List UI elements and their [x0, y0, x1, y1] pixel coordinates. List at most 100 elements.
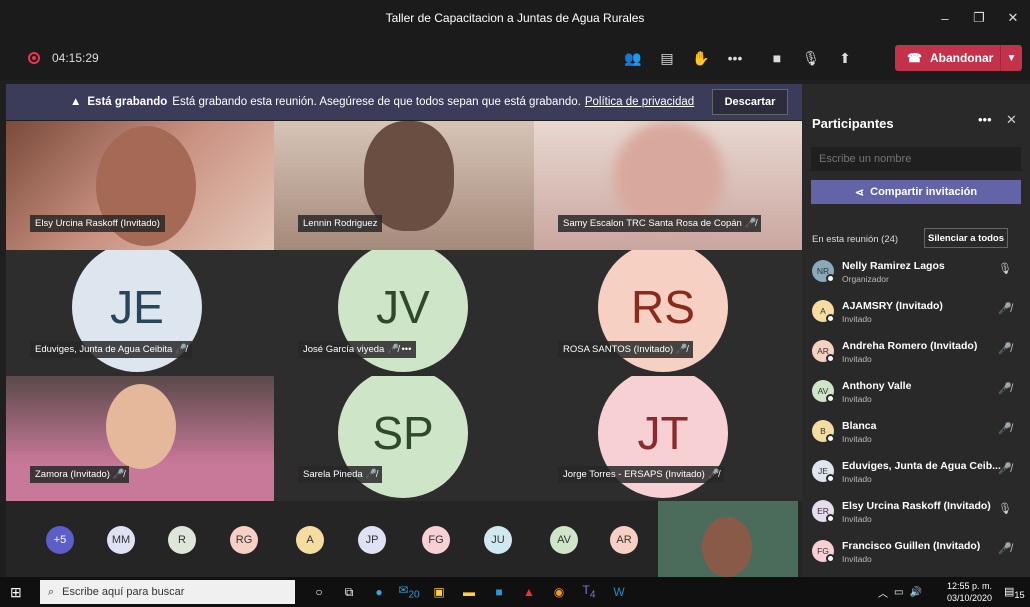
leave-button[interactable]: ☎ Abandonar ▼: [895, 45, 1022, 71]
participant-item[interactable]: ER Elsy Urcina Raskoff (Invitado) Invitado…: [802, 494, 1024, 534]
video-grid: Elsy Urcina Raskoff (Invitado) Lennin Ro…: [6, 121, 802, 501]
participant-item[interactable]: NR Nelly Ramirez Lagos Organizador 🎙: [802, 254, 1024, 294]
status-icon: [826, 274, 835, 283]
edge-icon[interactable]: ●: [364, 585, 394, 599]
video-tile[interactable]: Lennin Rodriguez: [274, 121, 534, 250]
panel-title: Participantes: [812, 116, 894, 131]
video-tile[interactable]: Elsy Urcina Raskoff (Invitado): [6, 121, 274, 250]
mic-off-icon: 🎤̸: [386, 344, 399, 355]
strip-avatar[interactable]: JP: [358, 526, 386, 554]
store-icon[interactable]: ▣: [424, 585, 454, 599]
participant-item[interactable]: FG Francisco Guillen (Invitado) Invitado 🎤̸: [802, 534, 1024, 574]
taskbar-search[interactable]: ⌕ Escribe aquí para buscar: [40, 580, 295, 604]
windows-start-icon[interactable]: ⊞: [10, 584, 34, 601]
explorer-icon[interactable]: ▬: [454, 585, 484, 599]
minimize-button[interactable]: –: [928, 0, 962, 36]
share-invite-button[interactable]: ⋖ Compartir invitación: [811, 180, 1021, 204]
task-view-icon[interactable]: ⧉: [334, 585, 364, 600]
participant-item[interactable]: AR Andreha Romero (Invitado) Invitado 🎤̸: [802, 334, 1024, 374]
video-tile[interactable]: JE Eduviges, Junta de Agua Ceibita 🎤̸: [6, 250, 274, 376]
mic-icon[interactable]: 🎙: [794, 50, 828, 67]
cortana-icon[interactable]: ○: [304, 585, 334, 599]
window-title: Taller de Capacitacion a Juntas de Agua …: [385, 11, 645, 25]
chrome-icon[interactable]: ◉: [544, 585, 574, 599]
zoom-icon[interactable]: ■: [484, 585, 514, 599]
invite-label: Compartir invitación: [870, 186, 978, 198]
clock-time: 12:55 p. m.: [946, 581, 992, 591]
video-tile[interactable]: Zamora (Invitado) 🎤̸: [6, 376, 274, 501]
taskbar: ⊞ ⌕ Escribe aquí para buscar ○ ⧉ ● ✉20 ▣ …: [0, 577, 1030, 607]
tile-label: Jorge Torres - ERSAPS (Invitado) 🎤̸: [558, 466, 725, 483]
status-icon: [826, 394, 835, 403]
people-icon[interactable]: 👥: [616, 50, 650, 67]
self-video: [702, 517, 752, 577]
tile-label: Eduviges, Junta de Agua Ceibita 🎤̸: [30, 341, 192, 358]
mute-all-button[interactable]: Silenciar a todos: [924, 228, 1008, 248]
share-icon[interactable]: ⬆: [828, 50, 862, 67]
participant-role: Invitado: [842, 354, 872, 364]
mic-off-icon: 🎤̸: [744, 218, 757, 229]
mic-off-icon: 🎤̸: [998, 423, 1012, 435]
maximize-button[interactable]: ❐: [962, 0, 996, 36]
video-tile[interactable]: Samy Escalon TRC Santa Rosa de Copán 🎤̸: [534, 121, 802, 250]
strip-avatar[interactable]: JU: [484, 526, 512, 554]
mic-off-icon: 🎤̸: [174, 344, 187, 355]
more-icon[interactable]: •••: [401, 344, 411, 355]
privacy-link[interactable]: Política de privacidad: [585, 96, 694, 108]
strip-avatar[interactable]: A: [296, 526, 324, 554]
chevron-up-icon[interactable]: ︿: [878, 585, 888, 600]
mic-off-icon: 🎤̸: [707, 469, 720, 480]
video-tile[interactable]: SP Sarela Pineda 🎤̸: [274, 376, 534, 501]
participant-item[interactable]: A AJAMSRY (Invitado) Invitado 🎤̸: [802, 294, 1024, 334]
video-tile[interactable]: RS ROSA SANTOS (Invitado) 🎤̸: [534, 250, 802, 376]
word-icon[interactable]: W: [604, 585, 634, 599]
volume-icon[interactable]: 🔊: [909, 587, 921, 598]
close-button[interactable]: ✕: [996, 0, 1030, 36]
strip-avatar[interactable]: RG: [230, 526, 258, 554]
mail-icon[interactable]: ✉20: [394, 583, 424, 600]
status-icon: [826, 434, 835, 443]
mic-off-icon: 🎤̸: [998, 383, 1012, 395]
participant-item[interactable]: JE Eduviges, Junta de Agua Ceib... Invitad…: [802, 454, 1024, 494]
in-meeting-count: En esta reunión (24): [812, 234, 899, 245]
participant-item[interactable]: AV Anthony Valle Invitado 🎤̸: [802, 374, 1024, 414]
chat-icon[interactable]: ▤: [650, 50, 684, 67]
phone-hangup-icon: ☎: [907, 51, 922, 65]
more-icon[interactable]: •••: [978, 112, 992, 127]
share-icon: ⋖: [854, 186, 865, 199]
participant-role: Invitado: [842, 514, 872, 524]
tile-label: José García viyeda 🎤̸ •••: [298, 341, 417, 358]
mic-off-icon: 🎤̸: [998, 543, 1012, 555]
close-icon[interactable]: ✕: [1006, 112, 1017, 128]
video-tile[interactable]: JV José García viyeda 🎤̸ •••: [274, 250, 534, 376]
participant-role: Invitado: [842, 434, 872, 444]
teams-icon[interactable]: T4: [574, 583, 604, 600]
more-icon[interactable]: •••: [718, 50, 752, 66]
notification-count: 15: [1014, 590, 1025, 601]
participant-item[interactable]: B Blanca Invitado 🎤̸: [802, 414, 1024, 454]
strip-avatar[interactable]: AV: [550, 526, 578, 554]
status-icon: [826, 554, 835, 563]
video-tile[interactable]: JT Jorge Torres - ERSAPS (Invitado) 🎤̸: [534, 376, 802, 501]
clock[interactable]: 12:55 p. m. 03/10/2020: [944, 580, 992, 604]
search-input[interactable]: [811, 147, 1021, 171]
network-icon[interactable]: ▭: [894, 587, 903, 598]
overflow-count[interactable]: +5: [46, 526, 74, 554]
recording-banner: ▲ Está grabando Está grabando esta reuni…: [6, 84, 802, 120]
title-bar: Taller de Capacitacion a Juntas de Agua …: [0, 0, 1030, 36]
status-icon: [826, 354, 835, 363]
strip-avatar[interactable]: AR: [610, 526, 638, 554]
strip-avatar[interactable]: FG: [422, 526, 450, 554]
self-view: [658, 501, 798, 577]
pdf-icon[interactable]: ▲: [514, 585, 544, 599]
strip-avatar[interactable]: R: [168, 526, 196, 554]
strip-avatar[interactable]: MM: [107, 526, 135, 554]
raise-hand-icon[interactable]: ✋: [684, 50, 718, 67]
chevron-down-icon[interactable]: ▼: [1000, 45, 1022, 71]
dismiss-button[interactable]: Descartar: [712, 89, 788, 115]
camera-icon[interactable]: ■: [760, 50, 794, 66]
mic-off-icon: 🎤̸: [998, 303, 1012, 315]
participant-name: Eduviges, Junta de Agua Ceib...: [842, 460, 1001, 472]
status-icon: [826, 314, 835, 323]
notification-icon[interactable]: ▤15: [1004, 585, 1025, 600]
